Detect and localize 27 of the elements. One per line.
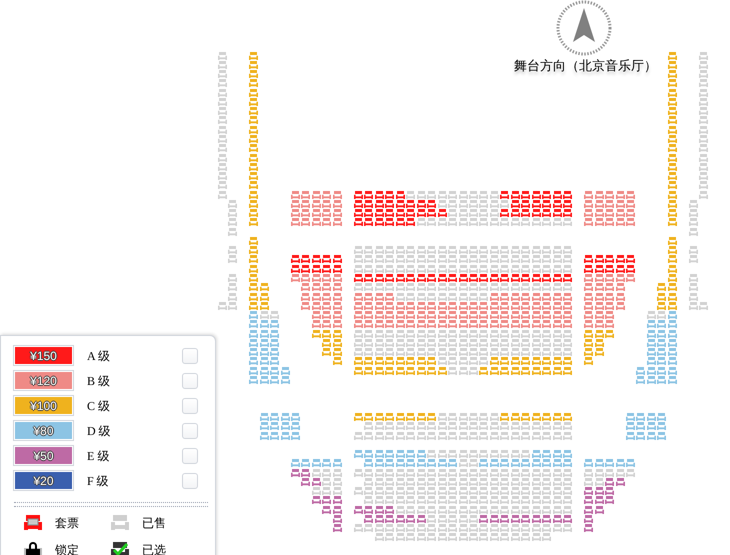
grade-label: F 级 [87,472,109,490]
price-tag: ¥150 [14,346,73,365]
grade-label: D 级 [87,422,111,440]
price-tag: ¥50 [14,446,73,465]
grade-checkbox[interactable] [182,398,198,414]
grade-checkbox[interactable] [182,372,198,388]
seat-icon [24,515,42,530]
price-tag: ¥100 [14,396,73,415]
grade-checkbox[interactable] [182,348,198,364]
lock-icon [24,542,42,555]
selected-seat-icon [111,542,129,555]
price-tag: ¥120 [14,371,73,390]
grade-label: E 级 [87,448,110,464]
grade-checkbox[interactable] [182,472,198,488]
stage-direction-label: 舞台方向（北京音乐厅） [514,57,657,75]
status-label: 套票 [55,514,79,532]
grade-label: B 级 [87,372,110,390]
status-label: 已选 [142,542,166,555]
price-tag: ¥80 [14,421,73,440]
grade-checkbox[interactable] [182,422,198,438]
status-label: 已售 [142,514,166,532]
grade-checkbox[interactable] [182,448,198,464]
grade-label: A 级 [87,348,110,364]
status-label: 锁定 [55,542,79,555]
grade-label: C 级 [87,398,110,414]
seat-icon [111,515,129,530]
price-tag: ¥20 [14,471,73,490]
